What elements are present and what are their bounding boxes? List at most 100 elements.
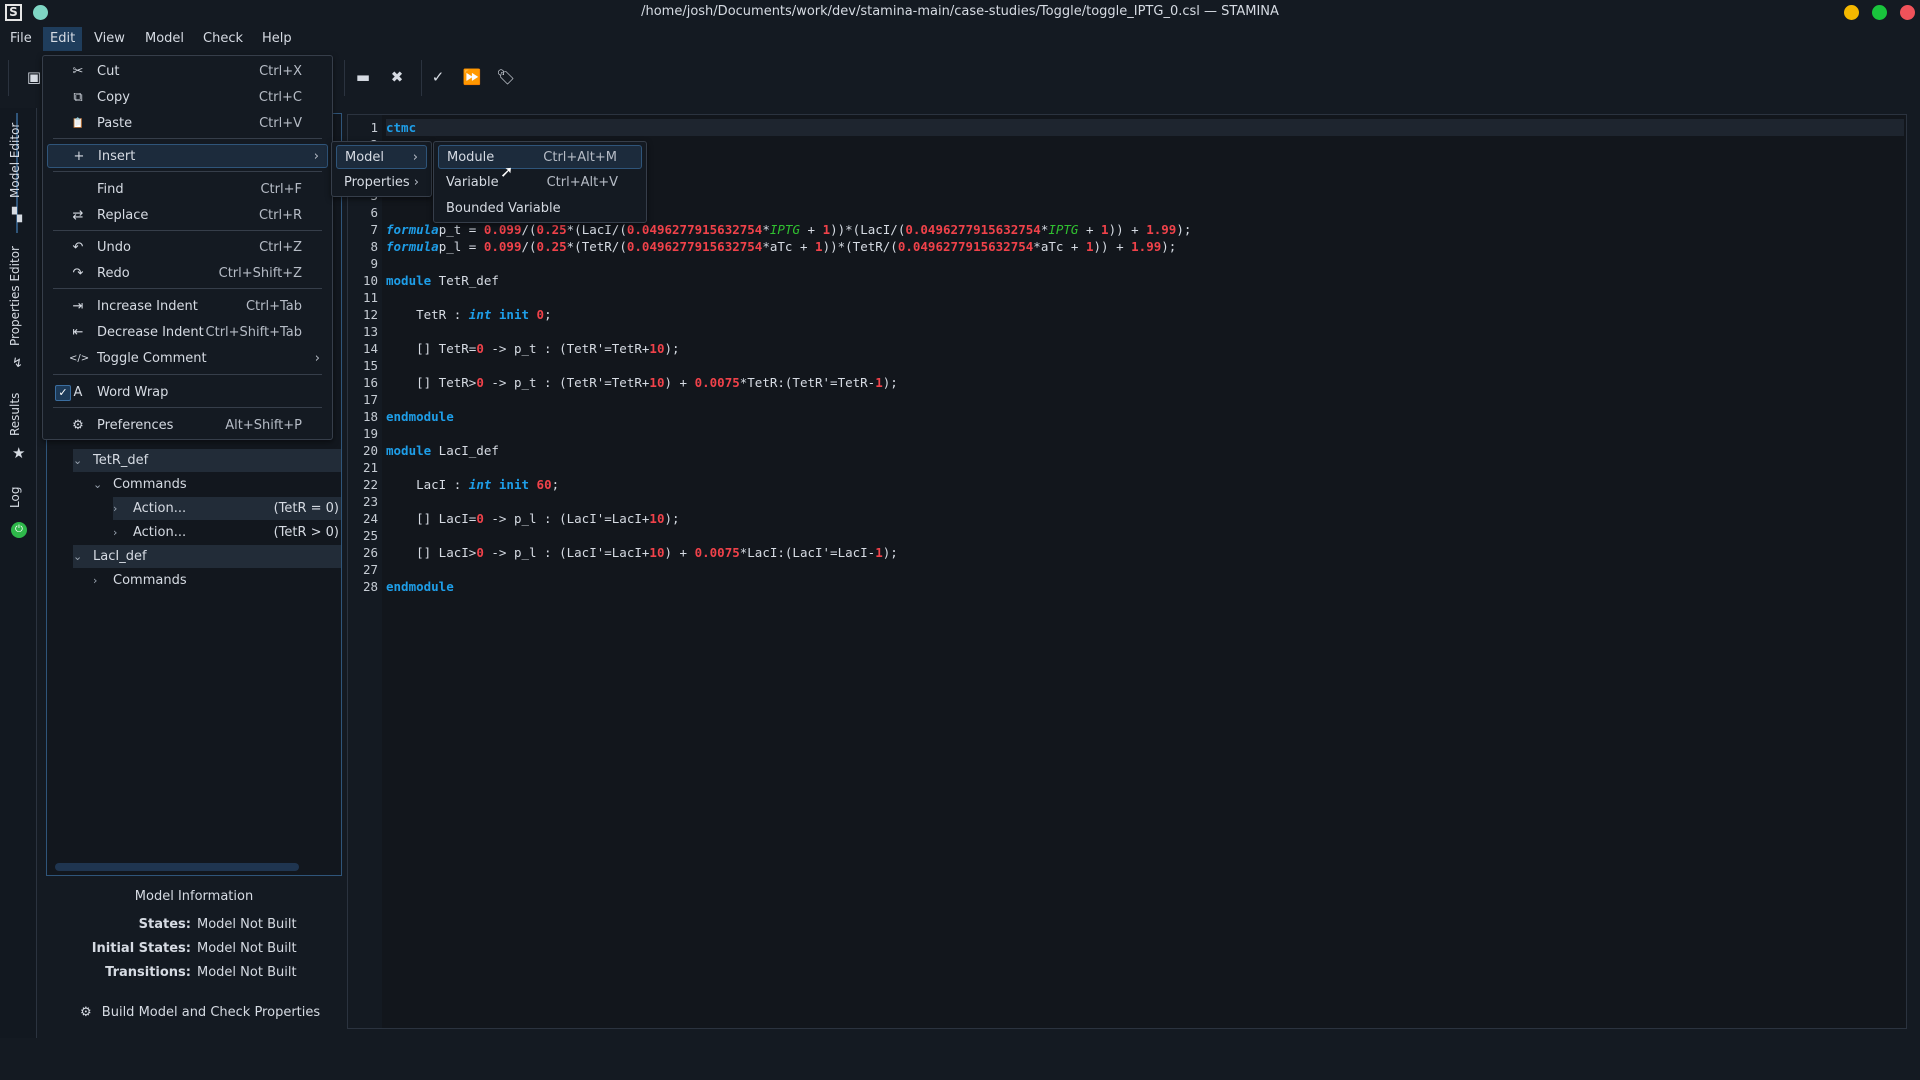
shortcut-label: Alt+Shift+P [225,418,302,433]
maximize-button[interactable] [1872,5,1887,20]
tab-results[interactable]: Results [8,393,22,436]
line-number: 1 [370,120,378,135]
fast-forward-icon[interactable]: ⏩ [462,68,482,86]
build-button[interactable]: ⚙ Build Model and Check Properties [80,1005,320,1020]
chevron-right-icon[interactable]: › [113,497,127,520]
menu-item-increase-indent[interactable]: ⇥ Increase Indent Ctrl+Tab [47,295,328,319]
code-token: ); [664,511,680,526]
minimize-button[interactable] [1844,5,1859,20]
tree-item[interactable]: ⌄ TetR_def [73,449,341,472]
menu-separator [53,407,322,408]
menu-item-preferences[interactable]: ⚙ Preferences Alt+Shift+P [47,414,328,438]
tab-model-editor[interactable]: Model Editor [8,123,22,198]
code-token: 60 [536,477,552,492]
menu-item-decrease-indent[interactable]: ⇤ Decrease Indent Ctrl+Shift+Tab [47,321,328,345]
menu-item-properties[interactable]: Properties › [336,171,427,195]
menu-separator [53,288,322,289]
menu-item-word-wrap[interactable]: ✓ A Word Wrap [47,381,328,405]
code-token: * [762,222,770,237]
save-icon[interactable]: ▣ [24,68,44,86]
menu-model[interactable]: Model [138,27,191,51]
chevron-down-icon[interactable]: ⌄ [93,473,107,496]
code-token: ; [551,477,560,492]
tree-item[interactable]: › Commands [93,569,341,592]
code-token: init [498,307,530,322]
code-token: formula [386,222,439,237]
code-token: [] LacI> [386,545,477,560]
menu-item-copy[interactable]: ⧉ Copy Ctrl+C [47,86,328,110]
line-number: 7 [370,222,378,237]
code-token: /( [521,239,537,254]
menu-item-toggle-comment[interactable]: </> Toggle Comment › [47,347,328,371]
chevron-right-icon[interactable]: › [93,569,107,592]
power-icon: ⏻ [11,522,27,538]
line-number: 17 [362,392,378,407]
chevron-down-icon[interactable]: ⌄ [73,449,87,472]
menu-check[interactable]: Check [196,27,250,51]
tree-item[interactable]: › Action... (TetR > 0) [113,521,341,544]
menu-item-replace[interactable]: ⇄ Replace Ctrl+R [47,204,328,228]
line-number: 15 [362,358,378,373]
menu-item-undo[interactable]: ↶ Undo Ctrl+Z [47,236,328,260]
shortcut-label: Ctrl+C [258,90,302,105]
menu-item-redo[interactable]: ↷ Redo Ctrl+Shift+Z [47,262,328,286]
info-value: Model Not Built [197,965,297,980]
uncomment-icon[interactable]: ✖ [387,68,407,86]
check-icon[interactable]: ✓ [428,68,448,86]
menu-item-cut[interactable]: ✂ Cut Ctrl+X [47,60,328,84]
tags-icon[interactable]: 🏷 [496,68,516,86]
code-token: p_t = [438,222,484,237]
menu-item-find[interactable]: Find Ctrl+F [47,178,328,202]
code-token: 1.99 [1131,239,1162,254]
menu-item-label: Paste [97,116,133,131]
code-text: endmodule [386,408,454,425]
tab-properties-editor[interactable]: Properties Editor [8,246,22,346]
replace-icon: ⇄ [72,208,84,223]
tree-item[interactable]: › Action... (TetR = 0) [113,497,341,520]
line-number: 9 [370,256,378,271]
code-line: 9 [348,255,1906,272]
chevron-down-icon[interactable]: ⌄ [73,545,87,568]
tab-log[interactable]: Log [8,487,22,508]
menu-item-variable[interactable]: Variable Ctrl+Alt+V [438,171,642,195]
menu-view[interactable]: View [87,27,132,51]
code-token: [] TetR> [386,375,477,390]
menu-file[interactable]: File [3,27,39,51]
code-icon: </> [69,353,90,364]
menu-item-module[interactable]: Module Ctrl+Alt+M [438,145,642,169]
line-number: 11 [362,290,378,305]
code-token: int [468,307,492,322]
tree-item[interactable]: ⌄ Commands [93,473,341,496]
comment-icon[interactable]: ▬ [353,68,373,86]
word-wrap-icon: A [73,385,83,400]
code-token: *aTc + [762,239,816,254]
code-token: endmodule [386,409,454,424]
menu-item-insert[interactable]: + Insert › [47,144,328,168]
code-token: ))*(TetR/( [822,239,898,254]
chevron-right-icon[interactable]: › [113,521,127,544]
line-number: 27 [362,562,378,577]
code-token: ) + [664,545,695,560]
menu-edit[interactable]: Edit [43,27,83,51]
horizontal-scrollbar[interactable] [55,863,299,871]
code-line: 24 [] LacI=0 -> p_l : (LacI'=LacI+10); [348,510,1906,527]
info-label: Initial States: [91,941,191,956]
code-editor[interactable]: 1ctmc234567formulap_t = 0.099/(0.25*(Lac… [347,114,1907,1029]
close-button[interactable] [1900,5,1915,20]
code-line: 7 formulap_t = 0.099/(0.25*(LacI/(0.04962… [348,221,1906,238]
menu-item-bounded-variable[interactable]: Bounded Variable [438,197,642,221]
menu-help[interactable]: Help [255,27,299,51]
menu-item-label: Decrease Indent [97,325,204,340]
preferences-icon: ⚙ [72,418,84,433]
tree-item[interactable]: ⌄ LacI_def [73,545,341,568]
menu-item-label: Increase Indent [97,299,198,314]
code-line: 15 [348,357,1906,374]
menu-item-model[interactable]: Model › [336,145,427,169]
info-label: Transitions: [105,965,191,980]
menu-item-paste[interactable]: 📋 Paste Ctrl+V [47,112,328,136]
plus-icon: + [73,149,85,164]
line-number: 21 [362,460,378,475]
tree-item-label: Action... [133,501,187,516]
